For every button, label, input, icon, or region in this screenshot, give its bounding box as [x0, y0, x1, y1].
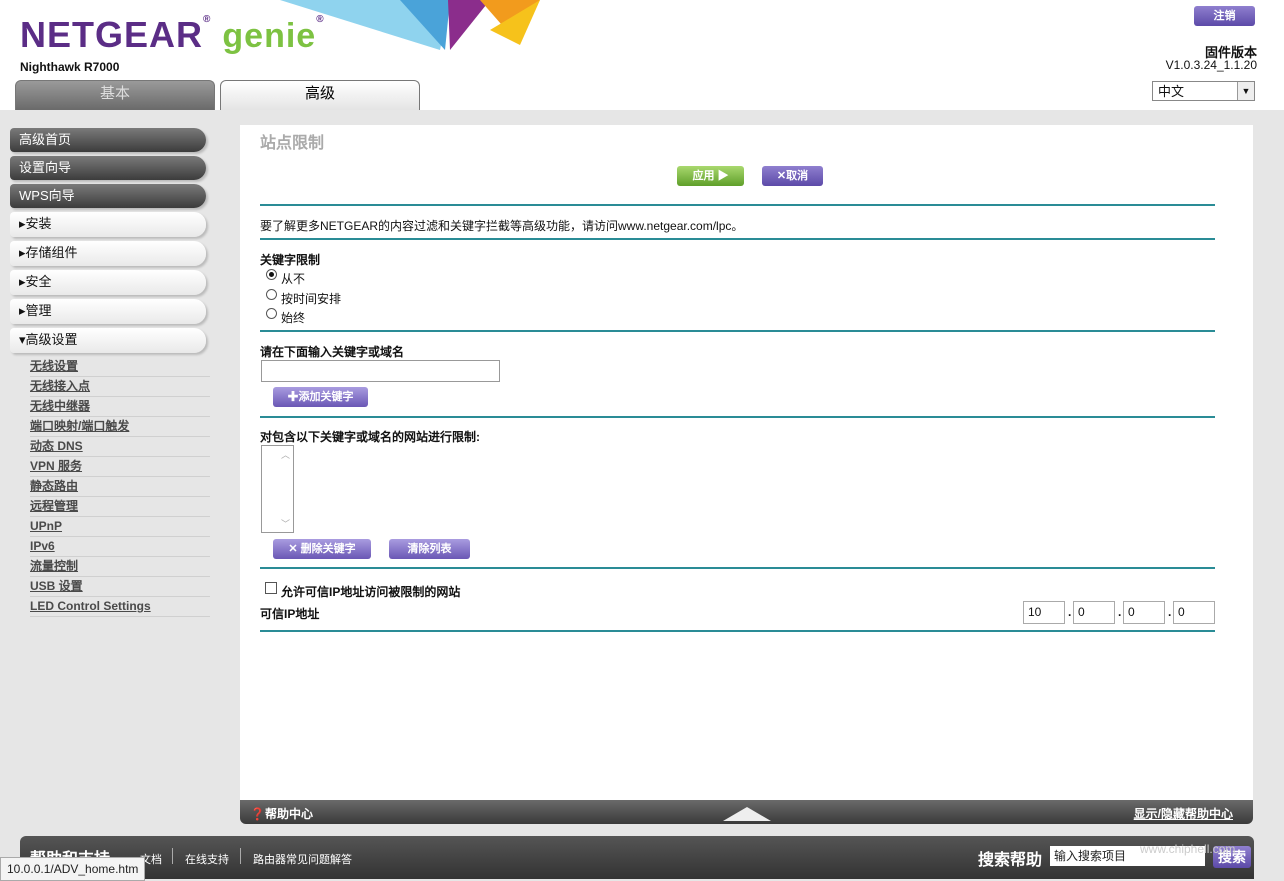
sidebar-subitem[interactable]: 无线设置 [30, 357, 210, 377]
footer-link-faq[interactable]: 路由器常见问题解答 [253, 851, 352, 867]
ip-octet-1[interactable]: 10 [1023, 601, 1065, 624]
expand-arrow-icon[interactable] [723, 807, 771, 821]
main-panel: 站点限制 应用 ▶ ✕取消 要了解更多NETGEAR的内容过滤和关键字拦截等高级… [240, 125, 1253, 800]
sidebar-subitem[interactable]: 流量控制 [30, 557, 210, 577]
sidebar-subitem[interactable]: IPv6 [30, 537, 210, 557]
sidebar-subitem[interactable]: LED Control Settings [30, 597, 210, 617]
ip-octet-3[interactable]: 0 [1123, 601, 1165, 624]
router-model: Nighthawk R7000 [20, 60, 120, 74]
sidebar-submenu: 无线设置 无线接入点 无线中继器 端口映射/端口触发 动态 DNS VPN 服务… [30, 357, 210, 617]
info-text: 要了解更多NETGEAR的内容过滤和关键字拦截等高级功能，请访问www.netg… [260, 219, 744, 233]
footer-separator [172, 848, 173, 864]
logout-button[interactable]: 注销 [1194, 6, 1255, 26]
sidebar: 高级首页 设置向导 WPS向导 ▸安装 ▸存储组件 ▸安全 ▸管理 ▾高级设置 … [10, 128, 210, 617]
language-select[interactable]: 中文 ▼ [1152, 81, 1255, 101]
watermark: www.chiphell.com [1140, 842, 1236, 856]
sidebar-subitem[interactable]: VPN 服务 [30, 457, 210, 477]
divider [260, 238, 1215, 240]
footer-link-online-support[interactable]: 在线支持 [185, 851, 229, 867]
radio-label: 按时间安排 [281, 292, 342, 306]
add-keyword-button[interactable]: ✚添加关键字 [273, 387, 368, 407]
clear-list-button[interactable]: 清除列表 [389, 539, 470, 559]
radio-never[interactable] [266, 269, 277, 280]
footer: 帮助和支持 文档 在线支持 路由器常见问题解答 搜索帮助 输入搜索项目 搜索 [20, 836, 1254, 879]
delete-keyword-button[interactable]: ✕ 删除关键字 [273, 539, 371, 559]
help-center-bar: ❓帮助中心 显示/隐藏帮助中心 [240, 800, 1253, 824]
header: NETGEAR® genie® Nighthawk R7000 注销 固件版本 … [0, 0, 1284, 110]
chevron-down-icon[interactable]: ﹀ [281, 517, 290, 530]
apply-button[interactable]: 应用 ▶ [677, 166, 744, 186]
sidebar-item-advanced-home[interactable]: 高级首页 [10, 128, 206, 152]
radio-always[interactable] [266, 308, 277, 319]
divider [260, 330, 1215, 332]
sidebar-group-setup[interactable]: ▸安装 [10, 212, 206, 237]
ip-dot: . [1168, 605, 1172, 619]
ip-octet-2[interactable]: 0 [1073, 601, 1115, 624]
sidebar-group-administration[interactable]: ▸管理 [10, 299, 206, 324]
netgear-genie-logo: NETGEAR® genie® [20, 14, 325, 55]
keyword-heading: 关键字限制 [260, 253, 321, 267]
list-heading: 对包含以下关键字或域名的网站进行限制: [260, 430, 480, 444]
sidebar-subitem[interactable]: 端口映射/端口触发 [30, 417, 210, 437]
sidebar-group-storage[interactable]: ▸存储组件 [10, 241, 206, 266]
keyword-input[interactable] [261, 360, 500, 382]
help-icon: ❓ [250, 807, 265, 821]
tab-basic[interactable]: 基本 [15, 80, 215, 110]
radio-scheduled[interactable] [266, 289, 277, 300]
divider [260, 567, 1215, 569]
sidebar-subitem[interactable]: 远程管理 [30, 497, 210, 517]
firmware-version: V1.0.3.24_1.1.20 [1165, 58, 1257, 72]
sidebar-subitem[interactable]: 动态 DNS [30, 437, 210, 457]
search-help-label: 搜索帮助 [978, 852, 1043, 869]
radio-label: 从不 [281, 272, 306, 286]
sidebar-group-security[interactable]: ▸安全 [10, 270, 206, 295]
chevron-up-icon[interactable]: ︿ [281, 448, 290, 461]
divider [260, 630, 1215, 632]
ip-octet-4[interactable]: 0 [1173, 601, 1215, 624]
page-title: 站点限制 [260, 135, 325, 152]
sidebar-subitem[interactable]: USB 设置 [30, 577, 210, 597]
keyword-listbox[interactable]: ︿ ﹀ [261, 445, 294, 533]
divider [260, 416, 1215, 418]
sidebar-subitem[interactable]: UPnP [30, 517, 210, 537]
chevron-down-icon: ▼ [1237, 82, 1254, 100]
divider [260, 204, 1215, 206]
input-heading: 请在下面输入关键字或域名 [260, 345, 405, 359]
status-bar-url: 10.0.0.1/ADV_home.htm [0, 857, 146, 881]
tab-advanced[interactable]: 高级 [220, 80, 420, 110]
radio-label: 始终 [281, 311, 306, 325]
trusted-ip-checkbox[interactable] [265, 582, 277, 594]
trusted-ip-label: 可信IP地址 [260, 607, 320, 621]
footer-separator [240, 848, 241, 864]
help-center-toggle[interactable]: ❓帮助中心 [250, 805, 313, 822]
sidebar-subitem[interactable]: 无线接入点 [30, 377, 210, 397]
ip-dot: . [1068, 605, 1072, 619]
sidebar-item-wps-wizard[interactable]: WPS向导 [10, 184, 206, 208]
trusted-checkbox-label: 允许可信IP地址访问被限制的网站 [281, 585, 461, 599]
show-hide-help-link[interactable]: 显示/隐藏帮助中心 [1134, 805, 1233, 822]
sidebar-subitem[interactable]: 静态路由 [30, 477, 210, 497]
cancel-button[interactable]: ✕取消 [762, 166, 823, 186]
sidebar-group-advanced-setup[interactable]: ▾高级设置 [10, 328, 206, 353]
sidebar-subitem[interactable]: 无线中继器 [30, 397, 210, 417]
logo-decoration [280, 0, 540, 50]
sidebar-item-setup-wizard[interactable]: 设置向导 [10, 156, 206, 180]
ip-dot: . [1118, 605, 1122, 619]
